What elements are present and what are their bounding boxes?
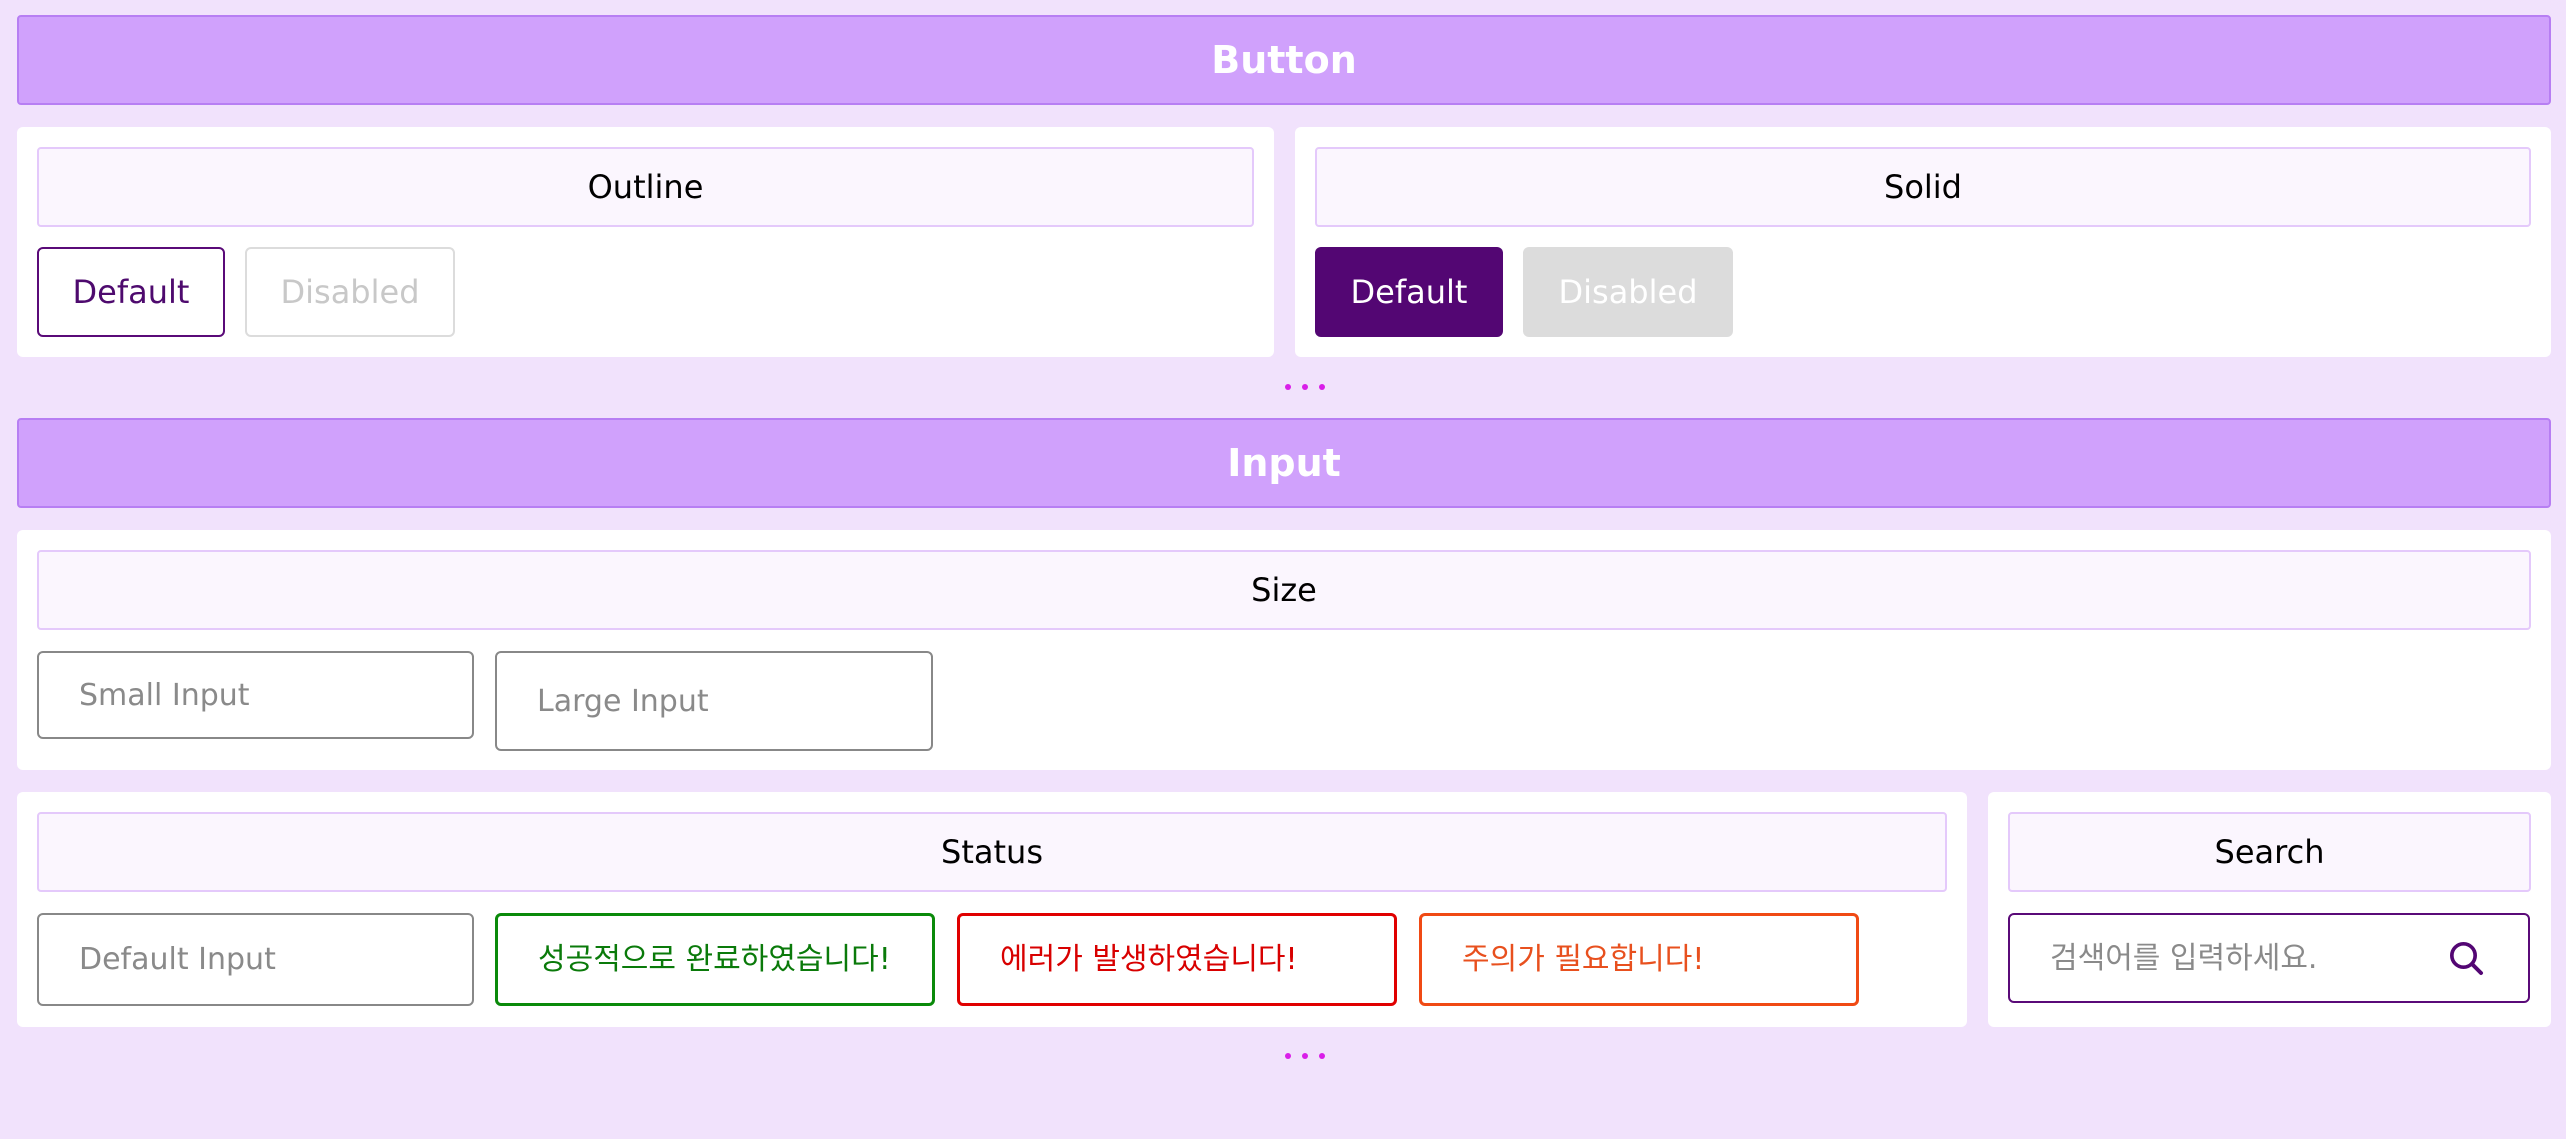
size-title-text: Size — [1251, 571, 1317, 609]
search-card-title: Search — [2008, 812, 2531, 892]
input-section-title: Input — [1227, 441, 1341, 485]
more-dots-button-bottom[interactable] — [1285, 1053, 1325, 1059]
search-field — [2008, 913, 2530, 1003]
solid-title-text: Solid — [1884, 168, 1962, 206]
warning-status-input[interactable] — [1419, 913, 1859, 1006]
search-input[interactable] — [2010, 915, 2438, 1001]
button-section-header: Button — [17, 15, 2551, 105]
status-title-text: Status — [941, 833, 1043, 871]
status-card: Status — [17, 792, 1967, 1027]
solid-disabled-button[interactable]: Disabled — [1523, 247, 1733, 337]
large-input[interactable] — [495, 651, 933, 751]
outline-card: Outline Default Disabled — [17, 127, 1274, 357]
solid-default-button[interactable]: Default — [1315, 247, 1503, 337]
dot — [1285, 1053, 1291, 1059]
default-status-input[interactable] — [37, 913, 474, 1006]
small-input[interactable] — [37, 651, 474, 739]
dot — [1285, 384, 1291, 390]
dot — [1319, 1053, 1325, 1059]
error-status-input[interactable] — [957, 913, 1397, 1006]
solid-card-title: Solid — [1315, 147, 2531, 227]
input-section-header: Input — [17, 418, 2551, 508]
dot — [1302, 1053, 1308, 1059]
button-section-title: Button — [1211, 38, 1357, 82]
solid-disabled-label: Disabled — [1558, 273, 1698, 311]
outline-disabled-button[interactable]: Disabled — [245, 247, 455, 337]
success-status-input[interactable] — [495, 913, 935, 1006]
dot — [1302, 384, 1308, 390]
search-title-text: Search — [2214, 833, 2325, 871]
search-card: Search — [1988, 792, 2551, 1027]
solid-default-label: Default — [1350, 273, 1468, 311]
outline-default-button[interactable]: Default — [37, 247, 225, 337]
size-card: Size — [17, 530, 2551, 770]
dot — [1319, 384, 1325, 390]
outline-disabled-label: Disabled — [280, 273, 420, 311]
outline-title-text: Outline — [587, 168, 704, 206]
solid-card: Solid Default Disabled — [1295, 127, 2551, 357]
search-icon[interactable] — [2446, 938, 2486, 978]
outline-card-title: Outline — [37, 147, 1254, 227]
status-card-title: Status — [37, 812, 1947, 892]
outline-default-label: Default — [72, 273, 190, 311]
more-dots-button[interactable] — [1285, 384, 1325, 390]
size-card-title: Size — [37, 550, 2531, 630]
